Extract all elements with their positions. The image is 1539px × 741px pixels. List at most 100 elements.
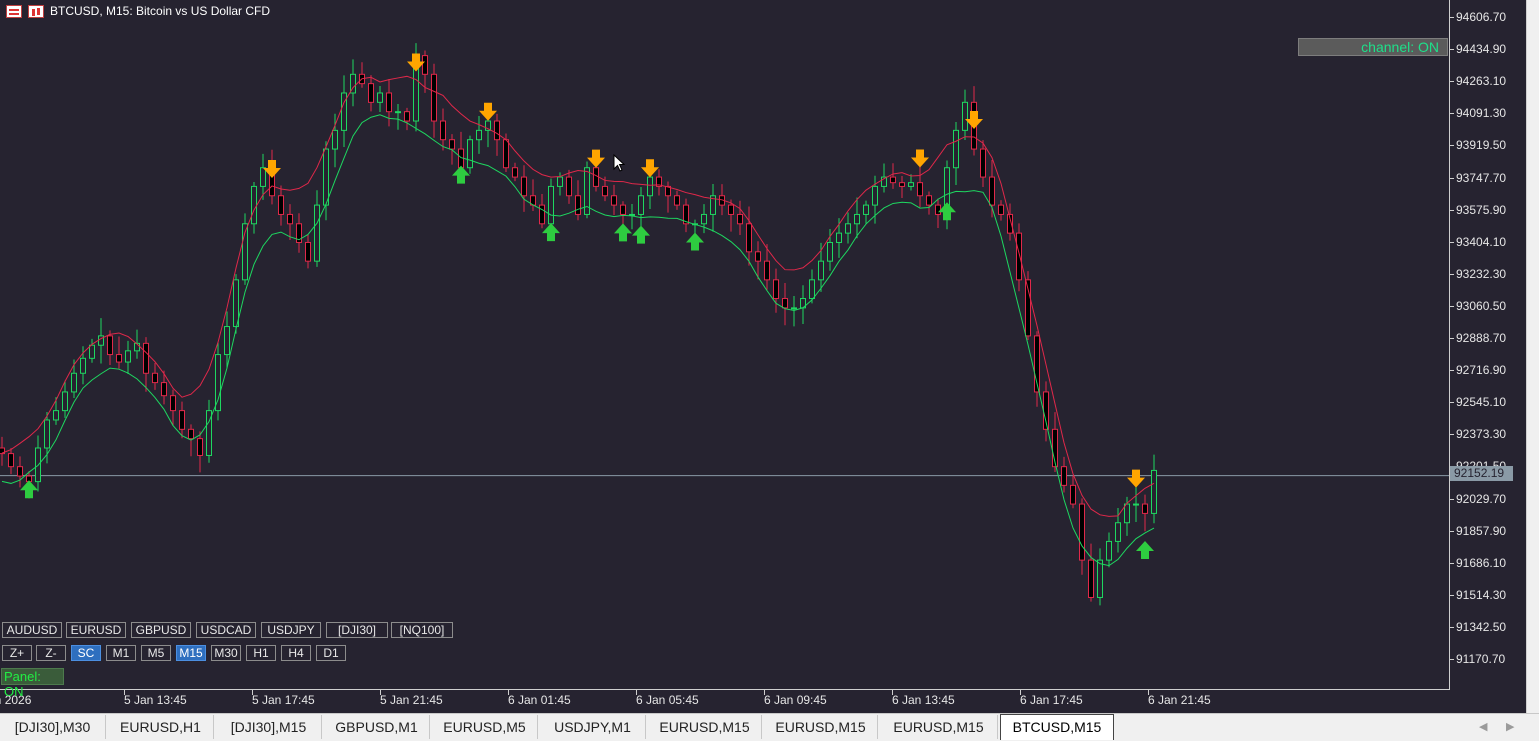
candle [278, 185, 284, 226]
candle [476, 116, 482, 154]
price-tick [1449, 17, 1454, 18]
symbol-button-nq100[interactable]: [NQ100] [391, 622, 453, 638]
symbol-button-usdjpy[interactable]: USDJPY [261, 622, 321, 638]
price-axis-label: 91686.10 [1456, 555, 1507, 570]
chart-bars-icon [28, 4, 44, 18]
candle [1115, 508, 1121, 553]
candle [431, 63, 437, 138]
tab-eurusd-m15[interactable]: EURUSD,M15 [648, 715, 762, 739]
candle [467, 135, 473, 174]
timeframe-button-zoom-out[interactable]: Z- [36, 645, 66, 661]
candle [1106, 532, 1112, 568]
price-axis-label: 93404.10 [1456, 234, 1507, 249]
candle [440, 108, 446, 151]
candle [584, 161, 590, 219]
price-chart[interactable] [0, 0, 1526, 713]
candle [521, 165, 527, 212]
time-axis-label: 6 Jan 01:45 [508, 693, 571, 707]
candle [917, 164, 923, 208]
candle [890, 163, 896, 189]
sell-arrow-icon [911, 149, 929, 168]
buy-arrow-icon [614, 223, 632, 242]
candle [233, 274, 239, 334]
candle [1142, 494, 1148, 532]
price-axis-label: 94263.10 [1456, 74, 1507, 89]
buy-arrow-icon [632, 225, 650, 244]
channel-toggle-label[interactable]: channel: ON [1298, 38, 1448, 56]
price-axis-label: 93919.50 [1456, 138, 1507, 153]
tab--dji30--m30[interactable]: [DJI30],M30 [0, 715, 106, 739]
candle [1043, 381, 1049, 442]
tab-gbpusd-m1[interactable]: GBPUSD,M1 [324, 715, 430, 739]
tab-scroll-right-icon[interactable]: ▶ [1506, 720, 1514, 733]
timeframe-button-m15[interactable]: M15 [176, 645, 206, 661]
price-axis-label: 94091.30 [1456, 106, 1507, 121]
symbol-button-usdcad[interactable]: USDCAD [196, 622, 256, 638]
candle [674, 190, 680, 210]
candle [566, 169, 572, 204]
candle [854, 197, 860, 239]
current-price-label: 92152.19 [1450, 466, 1513, 481]
candle [341, 75, 347, 147]
candle [62, 380, 68, 418]
symbol-button-dji30[interactable]: [DJI30] [326, 622, 388, 638]
tab-eurusd-m5[interactable]: EURUSD,M5 [432, 715, 538, 739]
candle [8, 448, 14, 475]
symbol-button-gbpusd[interactable]: GBPUSD [131, 622, 191, 638]
timeframe-button-zoom-in[interactable]: Z+ [2, 645, 32, 661]
tab-eurusd-m15[interactable]: EURUSD,M15 [880, 715, 998, 739]
candle [845, 212, 851, 244]
candle [98, 318, 104, 364]
price-axis-label: 91342.50 [1456, 619, 1507, 634]
timeframe-button-m1[interactable]: M1 [106, 645, 136, 661]
candle [0, 436, 5, 466]
candle [152, 362, 158, 390]
price-axis-label: 92373.30 [1456, 427, 1507, 442]
tab-eurusd-h1[interactable]: EURUSD,H1 [108, 715, 214, 739]
panel-toggle-button[interactable]: Panel: ON [1, 668, 64, 699]
tab-usdjpy-m1[interactable]: USDJPY,M1 [540, 715, 646, 739]
mouse-cursor-icon [613, 154, 625, 172]
timeframe-button-m5[interactable]: M5 [141, 645, 171, 661]
candle [683, 198, 689, 233]
candle [1007, 203, 1013, 241]
timeframe-button-d1[interactable]: D1 [316, 645, 346, 661]
vertical-scrollbar[interactable] [1526, 0, 1539, 713]
candle [350, 59, 356, 107]
chart-window[interactable]: BTCUSD, M15: Bitcoin vs US Dollar CFD ch… [0, 0, 1526, 713]
sell-arrow-icon [479, 102, 497, 121]
buy-arrow-icon [686, 232, 704, 251]
candle [953, 122, 959, 186]
timeframe-button-h1[interactable]: H1 [246, 645, 276, 661]
buy-arrow-icon [1136, 540, 1154, 559]
tab-eurusd-m15[interactable]: EURUSD,M15 [764, 715, 878, 739]
price-tick [1449, 594, 1454, 596]
price-tick [1449, 659, 1454, 660]
time-axis-label: 5 Jan 17:45 [252, 693, 315, 707]
candle [314, 190, 320, 267]
candle [512, 162, 518, 182]
tab--dji30--m15[interactable]: [DJI30],M15 [216, 715, 322, 739]
timeframe-button-m30[interactable]: M30 [211, 645, 241, 661]
sell-arrow-icon [1127, 469, 1145, 488]
candle [170, 389, 176, 426]
price-tick [1449, 81, 1454, 83]
price-axis-label: 92545.10 [1456, 395, 1507, 410]
candle [116, 336, 122, 369]
price-tick [1449, 530, 1454, 532]
candle [1070, 475, 1076, 509]
candle [773, 268, 779, 313]
buy-arrow-icon [20, 480, 38, 499]
candle [701, 204, 707, 234]
candle [305, 234, 311, 269]
candle [395, 103, 401, 130]
candle [1034, 331, 1040, 407]
candle [863, 200, 869, 224]
symbol-button-eurusd[interactable]: EURUSD [66, 622, 126, 638]
tab-btcusd-m15[interactable]: BTCUSD,M15 [1000, 714, 1114, 740]
price-axis-label: 91514.30 [1456, 587, 1507, 602]
symbol-button-audusd[interactable]: AUDUSD [2, 622, 62, 638]
tab-scroll-left-icon[interactable]: ◀ [1479, 720, 1487, 733]
timeframe-button-sc[interactable]: SC [71, 645, 101, 661]
timeframe-button-h4[interactable]: H4 [281, 645, 311, 661]
